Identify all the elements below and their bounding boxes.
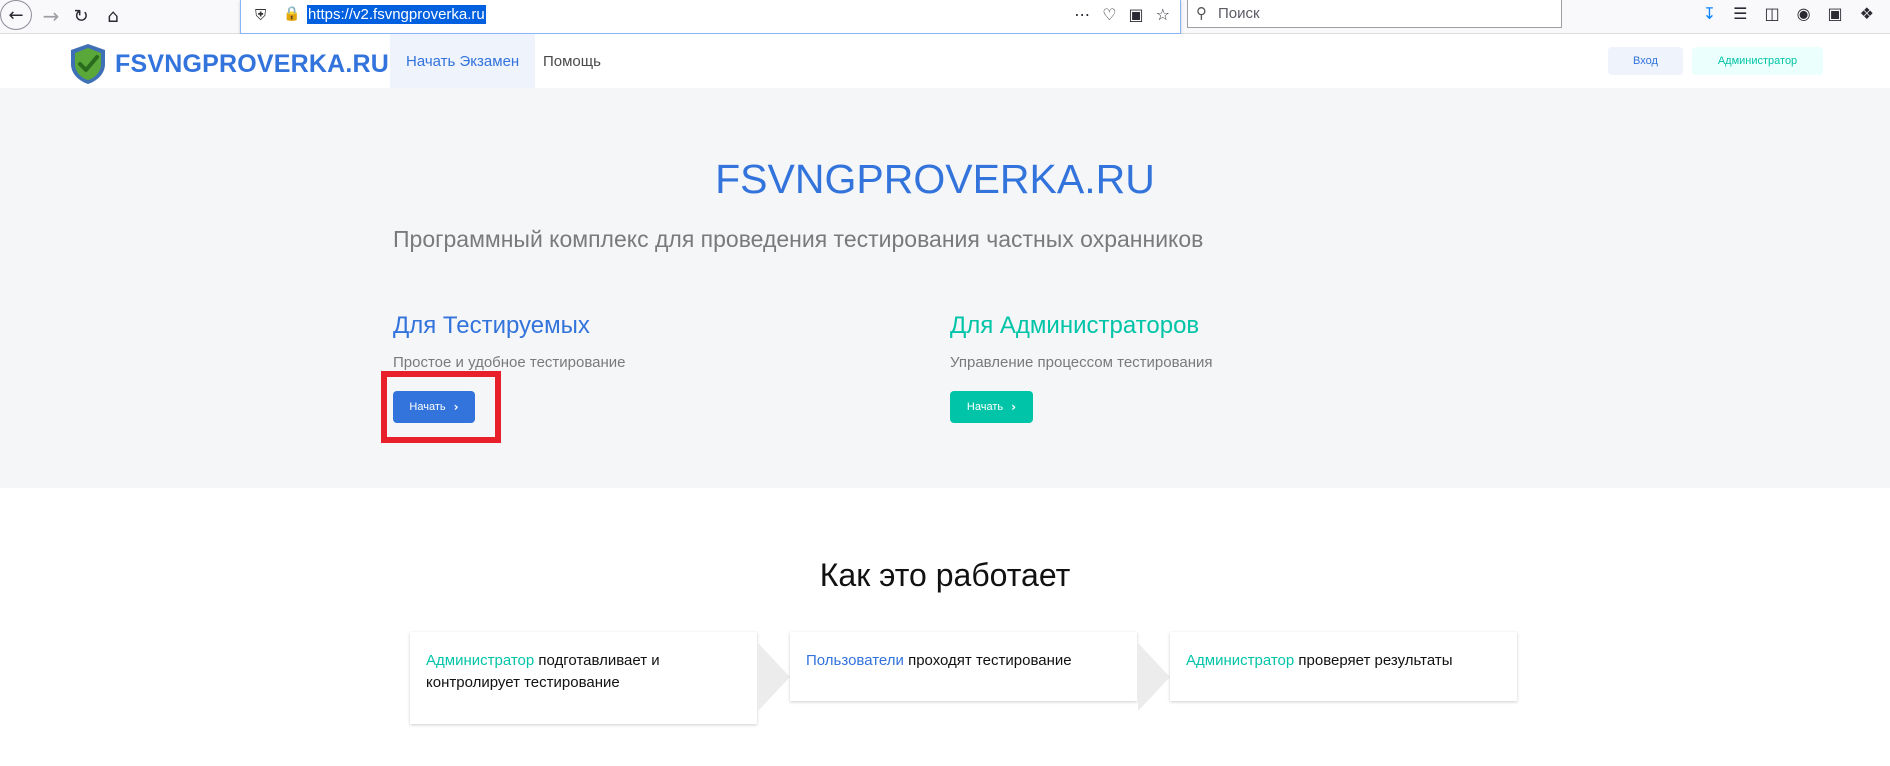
nav-help[interactable]: Помощь [527,34,617,88]
browser-search-box[interactable]: ⚲ [1187,0,1562,28]
reload-icon[interactable]: ↻ [66,2,96,30]
home-icon[interactable]: ⌂ [98,2,128,30]
admins-start-button[interactable]: Начать › [950,391,1033,423]
back-arrow-icon[interactable]: ← [0,0,32,30]
login-button[interactable]: Вход [1608,47,1683,75]
pocket-icon[interactable]: ♡ [1102,5,1116,24]
tracking-shield-icon[interactable]: ⛨ [255,6,266,24]
step-arrow-icon [1138,643,1170,711]
step-text: проверяет результаты [1294,652,1453,669]
users-column-description: Простое и удобное тестирование [393,354,626,371]
forward-arrow-icon[interactable]: → [36,2,66,30]
download-icon[interactable]: ↧ [1703,4,1716,23]
step-card-check: Администратор проверяет результаты [1170,632,1517,701]
more-actions-icon[interactable]: ⋯ [1074,5,1090,24]
address-bar[interactable]: ⛨ 🔒 https://v2.fsvngproverka.ru ⋯ ♡ ▣ ☆ [240,0,1181,34]
hero-section: FSVNGPROVERKA.RU Программный комплекс дл… [0,88,1890,488]
extensions-icon[interactable]: ❖ [1860,4,1874,23]
step-text: проходят тестирование [903,652,1072,669]
admin-button[interactable]: Администратор [1692,47,1823,75]
highlight-annotation-box [381,371,501,443]
save-icon[interactable]: ▣ [1828,4,1843,23]
step-actor: Администратор [426,652,535,669]
users-column-title: Для Тестируемых [393,312,590,339]
step-card-prepare: Администратор подготавливает и контролир… [410,632,757,724]
browser-search-input[interactable] [1218,4,1538,22]
hero-title: FSVNGPROVERKA.RU [715,156,1155,202]
hero-subtitle: Программный комплекс для проведения тест… [393,226,1204,252]
address-bar-actions: ⋯ ♡ ▣ ☆ [1074,5,1170,24]
url-text[interactable]: https://v2.fsvngproverka.ru [307,5,486,24]
step-actor: Администратор [1186,652,1295,669]
sidebar-icon[interactable]: ◫ [1764,4,1779,23]
brand-name[interactable]: FSVNGPROVERKA.RU [115,50,389,79]
library-icon[interactable]: ☰ [1733,4,1747,23]
browser-toolbar-icons: ↧ ☰ ◫ ◉ ▣ ❖ [1703,4,1874,23]
save-page-icon[interactable]: ▣ [1129,5,1144,24]
account-icon[interactable]: ◉ [1797,4,1811,23]
lock-icon[interactable]: 🔒 [283,6,300,22]
bookmark-star-icon[interactable]: ☆ [1156,5,1170,24]
step-actor: Пользователи [806,652,904,669]
search-icon: ⚲ [1196,4,1207,22]
step-card-pass: Пользователи проходят тестирование [790,632,1137,701]
admins-start-label: Начать [966,401,1004,413]
nav-start-exam[interactable]: Начать Экзамен [390,34,536,88]
admins-column-description: Управление процессом тестирования [950,354,1213,371]
chevron-right-icon: › [1011,400,1017,414]
admins-column-title: Для Администраторов [950,312,1200,339]
browser-toolbar: ← → ↻ ⌂ ⛨ 🔒 https://v2.fsvngproverka.ru … [0,0,1890,34]
shield-check-logo-icon[interactable] [68,42,108,86]
how-it-works-title: Как это работает [819,557,1071,593]
step-arrow-icon [758,643,790,711]
site-navbar: FSVNGPROVERKA.RU Начать Экзамен Помощь В… [0,34,1890,88]
